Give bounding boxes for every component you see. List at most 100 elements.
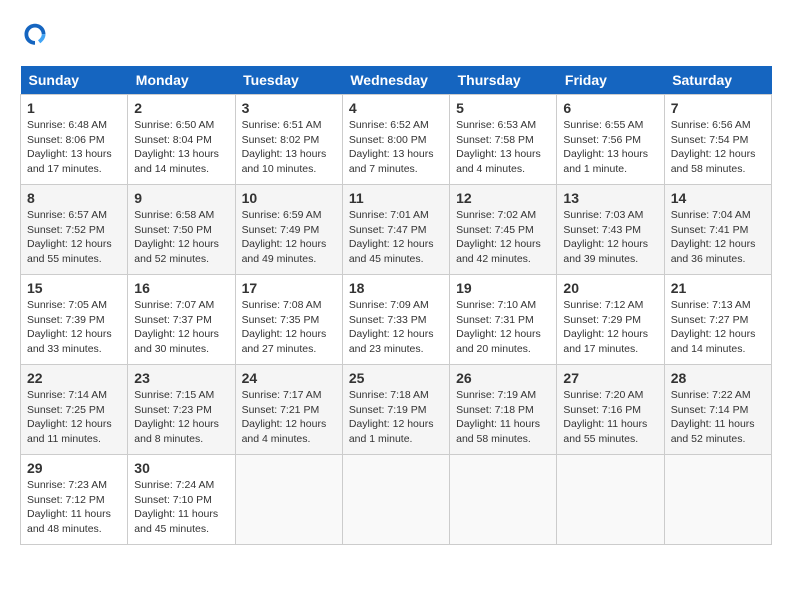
day-info: Sunrise: 7:09 AMSunset: 7:33 PMDaylight:… (349, 298, 443, 357)
table-row: 19 Sunrise: 7:10 AMSunset: 7:31 PMDayligh… (450, 275, 557, 365)
day-info: Sunrise: 6:52 AMSunset: 8:00 PMDaylight:… (349, 118, 443, 177)
table-row: 13Sunrise: 7:03 AMSunset: 7:43 PMDayligh… (557, 185, 664, 275)
day-number: 3 (242, 100, 336, 116)
day-number: 16 (134, 280, 228, 296)
day-info: Sunrise: 7:22 AMSunset: 7:14 PMDaylight:… (671, 388, 765, 447)
table-row: 5 Sunrise: 6:53 AMSunset: 7:58 PMDaylight… (450, 95, 557, 185)
day-number: 9 (134, 190, 228, 206)
day-info: Sunrise: 6:48 AMSunset: 8:06 PMDaylight:… (27, 118, 121, 177)
table-row: 29 Sunrise: 7:23 AMSunset: 7:12 PMDayligh… (21, 455, 128, 545)
col-saturday: Saturday (664, 66, 771, 95)
day-info: Sunrise: 7:18 AMSunset: 7:19 PMDaylight:… (349, 388, 443, 447)
calendar-week-row: 29 Sunrise: 7:23 AMSunset: 7:12 PMDayligh… (21, 455, 772, 545)
day-info: Sunrise: 7:03 AMSunset: 7:43 PMDaylight:… (563, 208, 657, 267)
table-row: 30 Sunrise: 7:24 AMSunset: 7:10 PMDayligh… (128, 455, 235, 545)
table-row: 2Sunrise: 6:50 AMSunset: 8:04 PMDaylight… (128, 95, 235, 185)
col-sunday: Sunday (21, 66, 128, 95)
day-info: Sunrise: 6:56 AMSunset: 7:54 PMDaylight:… (671, 118, 765, 177)
day-info: Sunrise: 7:17 AMSunset: 7:21 PMDaylight:… (242, 388, 336, 447)
table-row: 27 Sunrise: 7:20 AMSunset: 7:16 PMDayligh… (557, 365, 664, 455)
table-row: 1 Sunrise: 6:48 AMSunset: 8:06 PMDaylight… (21, 95, 128, 185)
day-number: 20 (563, 280, 657, 296)
col-wednesday: Wednesday (342, 66, 449, 95)
day-number: 30 (134, 460, 228, 476)
day-number: 6 (563, 100, 657, 116)
table-row: 11Sunrise: 7:01 AMSunset: 7:47 PMDayligh… (342, 185, 449, 275)
col-tuesday: Tuesday (235, 66, 342, 95)
day-info: Sunrise: 7:24 AMSunset: 7:10 PMDaylight:… (134, 478, 228, 537)
calendar-week-row: 1 Sunrise: 6:48 AMSunset: 8:06 PMDaylight… (21, 95, 772, 185)
day-info: Sunrise: 7:07 AMSunset: 7:37 PMDaylight:… (134, 298, 228, 357)
day-number: 21 (671, 280, 765, 296)
table-row: 4 Sunrise: 6:52 AMSunset: 8:00 PMDaylight… (342, 95, 449, 185)
table-row: 6Sunrise: 6:55 AMSunset: 7:56 PMDaylight… (557, 95, 664, 185)
day-number: 19 (456, 280, 550, 296)
day-info: Sunrise: 7:14 AMSunset: 7:25 PMDaylight:… (27, 388, 121, 447)
day-info: Sunrise: 6:53 AMSunset: 7:58 PMDaylight:… (456, 118, 550, 177)
table-row (342, 455, 449, 545)
day-info: Sunrise: 7:05 AMSunset: 7:39 PMDaylight:… (27, 298, 121, 357)
day-number: 4 (349, 100, 443, 116)
table-row: 25 Sunrise: 7:18 AMSunset: 7:19 PMDayligh… (342, 365, 449, 455)
day-number: 1 (27, 100, 121, 116)
table-row (664, 455, 771, 545)
day-info: Sunrise: 7:13 AMSunset: 7:27 PMDaylight:… (671, 298, 765, 357)
col-thursday: Thursday (450, 66, 557, 95)
day-info: Sunrise: 7:02 AMSunset: 7:45 PMDaylight:… (456, 208, 550, 267)
calendar-week-row: 15 Sunrise: 7:05 AMSunset: 7:39 PMDayligh… (21, 275, 772, 365)
day-info: Sunrise: 6:58 AMSunset: 7:50 PMDaylight:… (134, 208, 228, 267)
table-row: 24 Sunrise: 7:17 AMSunset: 7:21 PMDayligh… (235, 365, 342, 455)
table-row: 21 Sunrise: 7:13 AMSunset: 7:27 PMDayligh… (664, 275, 771, 365)
day-info: Sunrise: 7:19 AMSunset: 7:18 PMDaylight:… (456, 388, 550, 447)
day-number: 12 (456, 190, 550, 206)
calendar-table: Sunday Monday Tuesday Wednesday Thursday… (20, 66, 772, 545)
day-number: 15 (27, 280, 121, 296)
day-number: 7 (671, 100, 765, 116)
day-number: 18 (349, 280, 443, 296)
table-row: 14Sunrise: 7:04 AMSunset: 7:41 PMDayligh… (664, 185, 771, 275)
table-row: 18 Sunrise: 7:09 AMSunset: 7:33 PMDayligh… (342, 275, 449, 365)
day-info: Sunrise: 6:57 AMSunset: 7:52 PMDaylight:… (27, 208, 121, 267)
day-info: Sunrise: 7:20 AMSunset: 7:16 PMDaylight:… (563, 388, 657, 447)
logo-icon (20, 20, 50, 50)
table-row (557, 455, 664, 545)
table-row: 17Sunrise: 7:08 AMSunset: 7:35 PMDayligh… (235, 275, 342, 365)
col-friday: Friday (557, 66, 664, 95)
day-info: Sunrise: 6:59 AMSunset: 7:49 PMDaylight:… (242, 208, 336, 267)
day-number: 29 (27, 460, 121, 476)
day-number: 22 (27, 370, 121, 386)
day-number: 23 (134, 370, 228, 386)
logo (20, 20, 54, 50)
day-number: 24 (242, 370, 336, 386)
calendar-week-row: 22 Sunrise: 7:14 AMSunset: 7:25 PMDayligh… (21, 365, 772, 455)
day-number: 11 (349, 190, 443, 206)
day-number: 8 (27, 190, 121, 206)
table-row (235, 455, 342, 545)
table-row: 3 Sunrise: 6:51 AMSunset: 8:02 PMDaylight… (235, 95, 342, 185)
day-info: Sunrise: 7:04 AMSunset: 7:41 PMDaylight:… (671, 208, 765, 267)
day-number: 5 (456, 100, 550, 116)
day-info: Sunrise: 6:50 AMSunset: 8:04 PMDaylight:… (134, 118, 228, 177)
header-row: Sunday Monday Tuesday Wednesday Thursday… (21, 66, 772, 95)
day-number: 27 (563, 370, 657, 386)
table-row: 22 Sunrise: 7:14 AMSunset: 7:25 PMDayligh… (21, 365, 128, 455)
table-row: 20 Sunrise: 7:12 AMSunset: 7:29 PMDayligh… (557, 275, 664, 365)
day-info: Sunrise: 7:15 AMSunset: 7:23 PMDaylight:… (134, 388, 228, 447)
table-row: 7 Sunrise: 6:56 AMSunset: 7:54 PMDaylight… (664, 95, 771, 185)
day-info: Sunrise: 7:08 AMSunset: 7:35 PMDaylight:… (242, 298, 336, 357)
day-info: Sunrise: 7:23 AMSunset: 7:12 PMDaylight:… (27, 478, 121, 537)
day-info: Sunrise: 6:51 AMSunset: 8:02 PMDaylight:… (242, 118, 336, 177)
table-row: 12 Sunrise: 7:02 AMSunset: 7:45 PMDayligh… (450, 185, 557, 275)
day-number: 28 (671, 370, 765, 386)
day-number: 25 (349, 370, 443, 386)
col-monday: Monday (128, 66, 235, 95)
table-row (450, 455, 557, 545)
page-header (20, 20, 772, 50)
table-row: 23 Sunrise: 7:15 AMSunset: 7:23 PMDayligh… (128, 365, 235, 455)
table-row: 28 Sunrise: 7:22 AMSunset: 7:14 PMDayligh… (664, 365, 771, 455)
day-info: Sunrise: 7:12 AMSunset: 7:29 PMDaylight:… (563, 298, 657, 357)
day-info: Sunrise: 7:10 AMSunset: 7:31 PMDaylight:… (456, 298, 550, 357)
table-row: 9 Sunrise: 6:58 AMSunset: 7:50 PMDaylight… (128, 185, 235, 275)
table-row: 10 Sunrise: 6:59 AMSunset: 7:49 PMDayligh… (235, 185, 342, 275)
day-number: 10 (242, 190, 336, 206)
